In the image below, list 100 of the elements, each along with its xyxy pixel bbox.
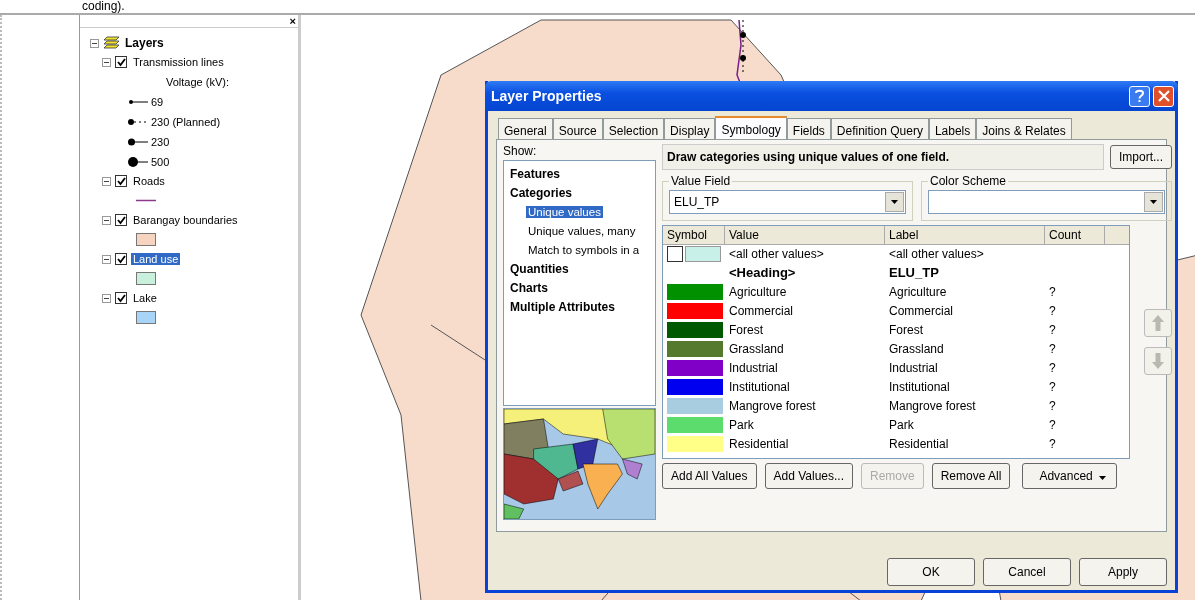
tab[interactable]: Joins & Relates (976, 118, 1072, 139)
tree-item[interactable]: Charts (508, 280, 550, 295)
action-button[interactable]: Add All Values (662, 463, 757, 489)
column-header[interactable]: Count (1045, 226, 1105, 245)
color-scheme-dropdown[interactable] (928, 190, 1165, 214)
table-cell-text: Commercial (728, 303, 794, 318)
table-cell-text: Commercial (888, 303, 954, 318)
tree-item[interactable]: Categories (508, 185, 575, 200)
dropdown-arrow-icon (1150, 200, 1157, 204)
tab[interactable]: Selection (602, 118, 665, 139)
color-swatch[interactable] (685, 245, 721, 262)
tab[interactable]: Definition Query (830, 118, 929, 139)
action-button[interactable]: Add Values... (764, 463, 853, 489)
table-cell-text: Park (728, 417, 755, 432)
layer-checkbox[interactable] (115, 175, 127, 187)
layer-name[interactable]: Transmission lines (131, 56, 226, 68)
dialog-button[interactable]: Cancel (983, 558, 1071, 586)
table-cell-text: Agriculture (728, 284, 788, 299)
layer-checkbox[interactable] (115, 253, 127, 265)
line-symbol-icon (128, 156, 148, 167)
layers-icon (103, 36, 121, 50)
document-text: coding). (82, 0, 125, 13)
column-header[interactable]: Symbol (663, 226, 725, 245)
layer-name[interactable]: Barangay boundaries (131, 214, 240, 226)
color-swatch[interactable] (667, 321, 723, 338)
table-cell-text: ? (1048, 360, 1057, 375)
collapse-icon[interactable] (90, 38, 99, 48)
color-swatch[interactable] (667, 283, 723, 300)
table-cell-text: <all other values> (888, 246, 985, 261)
color-swatch[interactable] (667, 416, 723, 433)
column-header[interactable]: Value (725, 226, 885, 245)
tree-item[interactable]: Features (508, 166, 563, 181)
line-symbol-icon (128, 137, 148, 146)
table-cell-text: ? (1048, 436, 1057, 451)
value-field-dropdown[interactable]: ELU_TP (669, 190, 906, 214)
table-cell-text: Institutional (728, 379, 791, 394)
collapse-icon[interactable] (102, 293, 111, 303)
tree-item[interactable]: Quantities (508, 261, 571, 276)
table-cell-text: ELU_TP (888, 265, 940, 280)
tab[interactable]: Fields (786, 118, 831, 139)
action-button[interactable]: Remove All (931, 463, 1011, 489)
tree-item[interactable]: Unique values (526, 205, 603, 218)
outline-symbol-icon (667, 245, 683, 262)
column-header[interactable]: Label (885, 226, 1045, 245)
tab[interactable]: Symbology (715, 116, 787, 139)
import-button[interactable]: Import... (1110, 145, 1172, 169)
dialog-button[interactable]: OK (887, 558, 975, 586)
close-icon[interactable]: × (289, 15, 296, 27)
collapse-icon[interactable] (102, 215, 111, 225)
layer-checkbox[interactable] (115, 214, 127, 226)
table-cell-text: ? (1048, 284, 1057, 299)
tree-item[interactable]: Multiple Attributes (508, 299, 617, 314)
table-cell-text: Grassland (728, 341, 785, 356)
layer-name[interactable]: Land use (131, 253, 181, 265)
up-arrow-icon (1152, 315, 1164, 331)
table-cell-text: Industrial (728, 360, 779, 375)
layer-checkbox[interactable] (115, 56, 127, 68)
legend-label: 230 (Planned) (151, 115, 221, 128)
tab[interactable]: General (498, 118, 553, 139)
layer-name[interactable]: Lake (131, 292, 159, 304)
table-cell-text: Forest (888, 322, 924, 337)
color-swatch[interactable] (667, 435, 723, 452)
table-cell-text: ? (1048, 303, 1057, 318)
color-swatch[interactable] (667, 340, 723, 357)
color-swatch[interactable] (667, 359, 723, 376)
layer-checkbox[interactable] (115, 292, 127, 304)
legend-label: 500 (151, 155, 170, 168)
legend-label: 230 (151, 135, 170, 148)
collapse-icon[interactable] (102, 254, 111, 264)
color-swatch[interactable] (667, 397, 723, 414)
table-cell-text: Institutional (888, 379, 951, 394)
collapse-icon[interactable] (102, 176, 111, 186)
tree-item[interactable]: Match to symbols in a (526, 243, 642, 256)
color-swatch[interactable] (667, 378, 723, 395)
dialog-button[interactable]: Apply (1079, 558, 1167, 586)
table-cell-text: ? (1048, 322, 1057, 337)
close-button[interactable] (1153, 85, 1174, 107)
table-cell-text: ? (1048, 417, 1057, 432)
help-icon (1134, 89, 1145, 103)
tab[interactable]: Labels (928, 118, 977, 139)
table-cell-text: ? (1048, 398, 1057, 413)
down-arrow-icon (1152, 353, 1164, 369)
table-cell-text: ? (1048, 379, 1057, 394)
action-button[interactable]: Advanced (1022, 463, 1117, 489)
close-icon (1157, 90, 1170, 102)
table-cell-text: Mangrove forest (888, 398, 977, 413)
table-cell-text: Grassland (888, 341, 945, 356)
dashed-line-symbol-icon (128, 117, 148, 126)
tab[interactable]: Source (552, 118, 603, 139)
legend-label: 69 (151, 95, 164, 108)
layer-name[interactable]: Roads (131, 175, 167, 187)
tab[interactable]: Display (664, 118, 716, 139)
collapse-icon[interactable] (102, 57, 111, 67)
table-cell-text: <all other values> (728, 246, 825, 261)
color-swatch[interactable] (667, 302, 723, 319)
tree-item[interactable]: Unique values, many (526, 224, 638, 237)
legend-title: Voltage (kV): (166, 75, 229, 88)
help-button[interactable] (1129, 85, 1150, 107)
table-cell-text: Forest (728, 322, 764, 337)
layer-group-label[interactable]: Layers (125, 36, 164, 50)
